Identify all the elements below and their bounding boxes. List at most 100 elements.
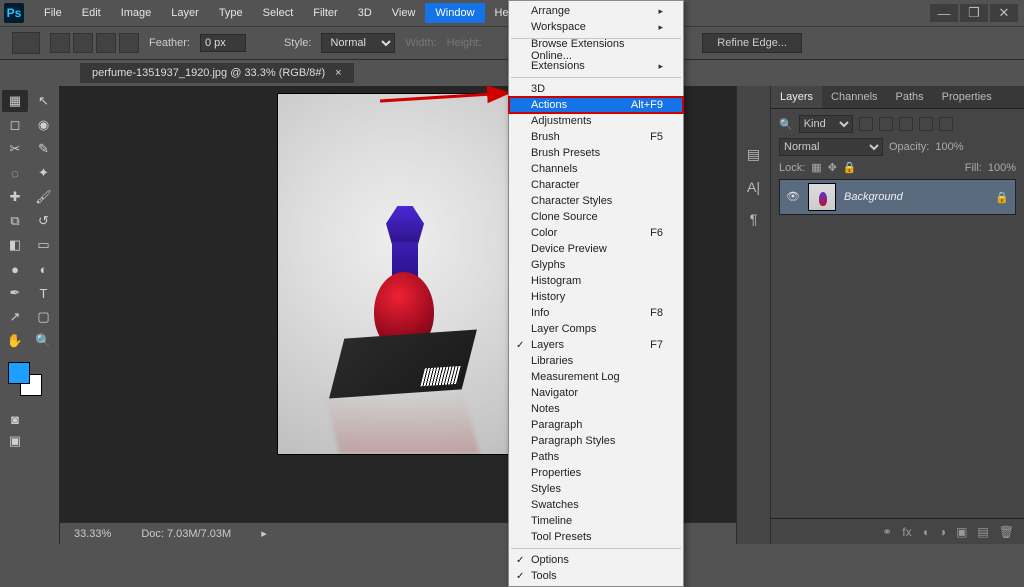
screenmode-icon[interactable]: ▣ — [2, 430, 28, 452]
filter-icon[interactable]: 🔍 — [779, 118, 793, 131]
foreground-color[interactable] — [8, 362, 30, 384]
tab-channels[interactable]: Channels — [822, 86, 886, 108]
eyedropper-tool-icon[interactable]: ✎ — [31, 138, 57, 160]
menu-item-tools[interactable]: Tools — [509, 568, 683, 584]
menu-3d[interactable]: 3D — [348, 3, 382, 23]
menu-item-properties[interactable]: Properties — [509, 465, 683, 481]
clone-tool-icon[interactable]: ⧉ — [2, 210, 28, 232]
menu-item-3d[interactable]: 3D — [509, 81, 683, 97]
selection-intersect-icon[interactable] — [119, 33, 139, 53]
menu-item-brush[interactable]: BrushF5 — [509, 129, 683, 145]
menu-type[interactable]: Type — [209, 3, 253, 23]
menu-filter[interactable]: Filter — [303, 3, 347, 23]
menu-item-layers[interactable]: LayersF7 — [509, 337, 683, 353]
menu-item-layer-comps[interactable]: Layer Comps — [509, 321, 683, 337]
selection-add-icon[interactable] — [73, 33, 93, 53]
fill-value[interactable]: 100% — [988, 162, 1016, 174]
history-brush-icon[interactable]: ↺ — [31, 210, 57, 232]
window-close[interactable]: ✕ — [990, 4, 1018, 22]
marquee-tool-icon[interactable]: ◻ — [2, 114, 28, 136]
adjustment-layer-icon[interactable]: ◑ — [939, 525, 946, 539]
feather-input[interactable] — [200, 34, 246, 52]
menu-item-paths[interactable]: Paths — [509, 449, 683, 465]
tab-layers[interactable]: Layers — [771, 86, 822, 108]
document-canvas[interactable] — [278, 94, 518, 454]
eraser-tool-icon[interactable]: ◧ — [2, 234, 28, 256]
character-panel-icon[interactable]: A| — [747, 179, 760, 195]
close-icon[interactable]: × — [335, 67, 341, 79]
shape-tool-icon[interactable]: ▢ — [31, 306, 57, 328]
menu-item-libraries[interactable]: Libraries — [509, 353, 683, 369]
color-swatches[interactable] — [2, 362, 57, 402]
layer-mask-icon[interactable]: ◖ — [922, 525, 929, 539]
menu-item-device-preview[interactable]: Device Preview — [509, 241, 683, 257]
menu-item-extensions[interactable]: Extensions — [509, 58, 683, 74]
filter-pixel-icon[interactable] — [859, 117, 873, 131]
new-layer-icon[interactable]: ▤ — [977, 525, 988, 539]
antialias-icon[interactable] — [256, 34, 274, 52]
menu-view[interactable]: View — [382, 3, 426, 23]
tab-paths[interactable]: Paths — [887, 86, 933, 108]
document-tab[interactable]: perfume-1351937_1920.jpg @ 33.3% (RGB/8#… — [80, 63, 354, 83]
delete-layer-icon[interactable]: 🗑 — [999, 525, 1014, 539]
move-tool-icon[interactable]: ▦ — [2, 90, 28, 112]
dodge-tool-icon[interactable]: ◐ — [31, 258, 57, 280]
menu-file[interactable]: File — [34, 3, 72, 23]
opacity-value[interactable]: 100% — [935, 141, 963, 153]
layer-kind-select[interactable]: Kind — [799, 115, 853, 133]
menu-item-info[interactable]: InfoF8 — [509, 305, 683, 321]
menu-item-adjustments[interactable]: Adjustments — [509, 113, 683, 129]
link-layers-icon[interactable]: ⚭ — [882, 525, 892, 539]
menu-item-paragraph[interactable]: Paragraph — [509, 417, 683, 433]
artboard-tool-icon[interactable]: ↖ — [31, 90, 57, 112]
menu-item-clone-source[interactable]: Clone Source — [509, 209, 683, 225]
brush-tool-icon[interactable]: 🖌 — [31, 186, 57, 208]
filter-adjust-icon[interactable] — [879, 117, 893, 131]
menu-item-notes[interactable]: Notes — [509, 401, 683, 417]
type-tool-icon[interactable]: T — [31, 282, 57, 304]
style-select[interactable]: Normal — [321, 33, 395, 53]
layer-background[interactable]: 👁 Background 🔒 — [779, 179, 1016, 215]
menu-item-workspace[interactable]: Workspace — [509, 19, 683, 35]
gradient-tool-icon[interactable]: ▭ — [31, 234, 57, 256]
hand-tool-icon[interactable]: ✋ — [2, 330, 28, 352]
quickselect-tool-icon[interactable]: ◌ — [2, 162, 28, 184]
menu-item-paragraph-styles[interactable]: Paragraph Styles — [509, 433, 683, 449]
menu-item-history[interactable]: History — [509, 289, 683, 305]
zoom-level[interactable]: 33.33% — [74, 528, 111, 540]
menu-item-timeline[interactable]: Timeline — [509, 513, 683, 529]
filter-shape-icon[interactable] — [919, 117, 933, 131]
menu-item-browse-extensions-online-[interactable]: Browse Extensions Online... — [509, 42, 683, 58]
menu-item-tool-presets[interactable]: Tool Presets — [509, 529, 683, 545]
healing-tool-icon[interactable]: ✚ — [2, 186, 28, 208]
window-maximize[interactable]: ❐ — [960, 4, 988, 22]
menu-image[interactable]: Image — [111, 3, 162, 23]
blend-mode-select[interactable]: Normal — [779, 138, 883, 156]
layer-thumbnail[interactable] — [808, 183, 836, 211]
menu-item-styles[interactable]: Styles — [509, 481, 683, 497]
chevron-right-icon[interactable]: ▸ — [261, 527, 267, 540]
filter-type-icon[interactable] — [899, 117, 913, 131]
menu-item-channels[interactable]: Channels — [509, 161, 683, 177]
menu-item-character[interactable]: Character — [509, 177, 683, 193]
visibility-icon[interactable]: 👁 — [786, 190, 800, 204]
group-icon[interactable]: ▣ — [956, 525, 967, 539]
pen-tool-icon[interactable]: ✒ — [2, 282, 28, 304]
menu-item-arrange[interactable]: Arrange — [509, 3, 683, 19]
zoom-tool-icon[interactable]: 🔍 — [31, 330, 57, 352]
lock-pixels-icon[interactable]: ▦ — [811, 161, 821, 174]
menu-item-navigator[interactable]: Navigator — [509, 385, 683, 401]
history-panel-icon[interactable]: ▤ — [747, 146, 760, 163]
menu-item-glyphs[interactable]: Glyphs — [509, 257, 683, 273]
magicwand-tool-icon[interactable]: ✦ — [31, 162, 57, 184]
path-tool-icon[interactable]: ↗ — [2, 306, 28, 328]
blur-tool-icon[interactable]: ● — [2, 258, 28, 280]
refine-edge-button[interactable]: Refine Edge... — [702, 33, 802, 53]
lock-position-icon[interactable]: ✥ — [828, 161, 837, 174]
window-minimize[interactable]: — — [930, 4, 958, 22]
layer-name-label[interactable]: Background — [844, 191, 903, 203]
menu-item-swatches[interactable]: Swatches — [509, 497, 683, 513]
current-tool-icon[interactable] — [12, 32, 40, 54]
menu-item-character-styles[interactable]: Character Styles — [509, 193, 683, 209]
filter-smart-icon[interactable] — [939, 117, 953, 131]
